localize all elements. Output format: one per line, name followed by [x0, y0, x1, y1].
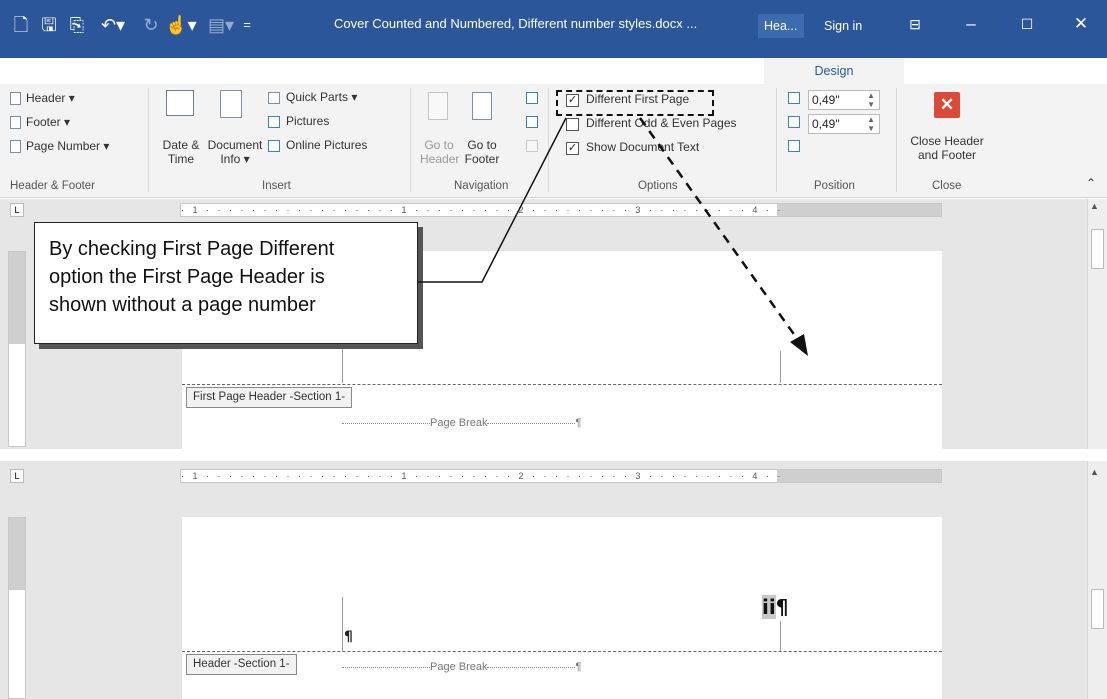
dashed-arrow-line [638, 117, 800, 341]
dashed-arrow-head [790, 334, 808, 356]
callout-pointer-line [418, 117, 567, 283]
annotation-arrows [418, 117, 808, 356]
